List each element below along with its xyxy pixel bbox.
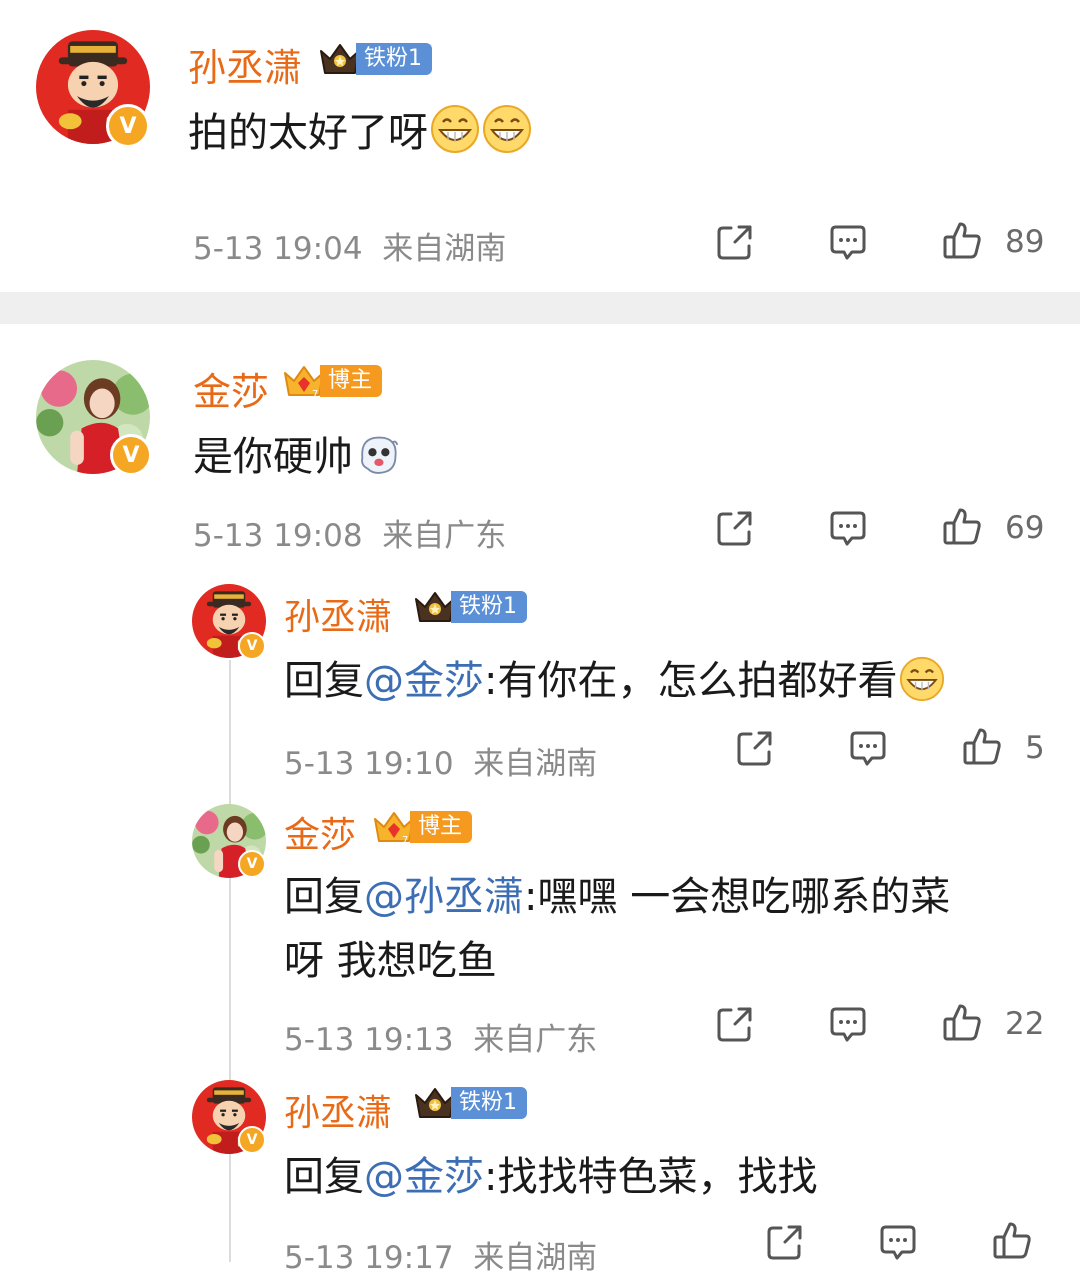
mention-link[interactable]: @孙丞潇 (364, 874, 524, 920)
location: 来自广东 (473, 1022, 598, 1058)
verified-icon: V (238, 632, 266, 660)
timestamp: 5-13 19:08 (193, 518, 363, 554)
share-icon[interactable] (715, 508, 755, 548)
verified-icon: V (110, 434, 152, 476)
verified-icon: V (238, 1126, 266, 1154)
reply-prefix: 回复 (284, 874, 364, 920)
reply-text: 回复@孙丞潇:嘿嘿 一会想吃哪系的菜 (284, 864, 950, 922)
reply-prefix: 回复 (284, 1154, 364, 1200)
reply-prefix: 回复 (284, 658, 364, 704)
comment-meta: 5-13 19:10 来自湖南 (284, 738, 597, 783)
timestamp: 5-13 19:13 (284, 1022, 454, 1058)
fan-badge: 铁粉1 (318, 42, 432, 76)
host-badge-label: 博主 (410, 811, 473, 843)
like-icon[interactable] (942, 1002, 982, 1042)
grin-emoji (430, 104, 480, 154)
like-icon[interactable] (962, 726, 1002, 766)
reply-text-body: :找找特色菜，找找 (484, 1154, 818, 1200)
comment-text-body: 拍的太好了呀 (188, 110, 428, 156)
timestamp: 5-13 19:04 (193, 231, 363, 267)
timestamp: 5-13 19:10 (284, 746, 454, 782)
comment-icon[interactable] (848, 728, 888, 768)
mention-link[interactable]: @金莎 (364, 1154, 484, 1200)
reply-text-body: :有你在，怎么拍都好看 (484, 658, 898, 704)
share-icon[interactable] (715, 1004, 755, 1044)
like-count: 22 (1005, 1006, 1045, 1042)
share-icon[interactable] (765, 1222, 805, 1262)
like-icon[interactable] (992, 1220, 1032, 1260)
grin-emoji (482, 104, 532, 154)
username[interactable]: 金莎 (284, 806, 356, 858)
host-badge: 博主 (282, 364, 383, 398)
comment-meta: 5-13 19:08 来自广东 (193, 510, 506, 555)
username[interactable]: 孙丞潇 (284, 588, 392, 640)
comment-icon[interactable] (828, 1004, 868, 1044)
fan-badge: 铁粉1 (413, 590, 527, 624)
username[interactable]: 金莎 (193, 361, 269, 416)
section-divider (0, 292, 1080, 324)
reply-text-line2: 呀 我想吃鱼 (284, 938, 497, 984)
thread-line (229, 660, 231, 1262)
fan-badge-label: 铁粉1 (356, 43, 432, 75)
comment-meta: 5-13 19:17 来自湖南 (284, 1232, 597, 1277)
comment-meta: 5-13 19:04 来自湖南 (193, 223, 506, 268)
like-icon[interactable] (942, 506, 982, 546)
comment-text: 拍的太好了呀 (188, 100, 532, 158)
share-icon[interactable] (735, 728, 775, 768)
location: 来自广东 (382, 518, 507, 554)
location: 来自湖南 (473, 1240, 598, 1276)
verified-icon: V (106, 104, 150, 148)
like-count: 5 (1025, 730, 1045, 766)
verified-icon: V (238, 850, 266, 878)
host-badge-label: 博主 (320, 365, 383, 397)
location: 来自湖南 (382, 231, 507, 267)
like-count: 69 (1005, 510, 1045, 546)
username[interactable]: 孙丞潇 (188, 37, 302, 92)
grin-emoji (899, 656, 945, 702)
fan-badge-label: 铁粉1 (451, 1087, 527, 1119)
timestamp: 5-13 19:17 (284, 1240, 454, 1276)
fan-badge-label: 铁粉1 (451, 591, 527, 623)
mention-link[interactable]: @金莎 (364, 658, 484, 704)
like-count: 89 (1005, 224, 1045, 260)
comment-icon[interactable] (878, 1222, 918, 1262)
comment-meta: 5-13 19:13 来自广东 (284, 1014, 597, 1059)
fan-badge: 铁粉1 (413, 1086, 527, 1120)
host-badge: 博主 (372, 810, 473, 844)
reply-text: 回复@金莎:找找特色菜，找找 (284, 1144, 817, 1202)
comment-icon[interactable] (828, 222, 868, 262)
reply-text: 回复@金莎:有你在，怎么拍都好看 (284, 648, 945, 706)
reply-text-body: :嘿嘿 一会想吃哪系的菜 (524, 874, 951, 920)
share-icon[interactable] (715, 222, 755, 262)
comment-text-body: 是你硬帅 (193, 434, 353, 480)
location: 来自湖南 (473, 746, 598, 782)
like-icon[interactable] (942, 220, 982, 260)
username[interactable]: 孙丞潇 (284, 1084, 392, 1136)
ghost-emoji (355, 432, 401, 478)
comment-text: 是你硬帅 (193, 424, 401, 482)
comment-icon[interactable] (828, 508, 868, 548)
